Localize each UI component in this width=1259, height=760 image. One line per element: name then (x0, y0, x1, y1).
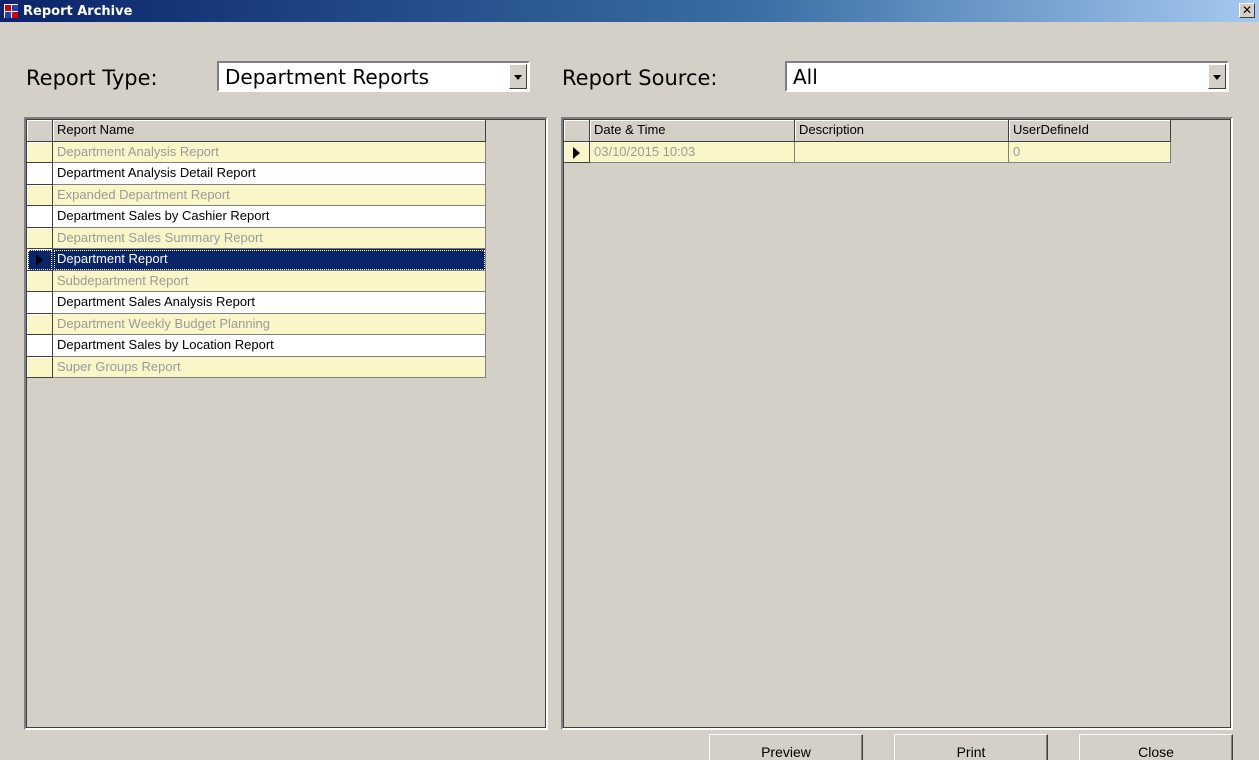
report-row[interactable]: Subdepartment Report (27, 270, 545, 292)
row-selector[interactable] (27, 206, 53, 228)
report-name-cell[interactable]: Subdepartment Report (53, 270, 486, 292)
grid-header-row: Report Name (27, 120, 545, 142)
report-row[interactable]: Department Report (27, 249, 545, 271)
archive-list: 03/10/2015 10:03 0 (564, 141, 1230, 163)
report-name-cell[interactable]: Department Analysis Detail Report (53, 163, 486, 185)
row-selector[interactable] (27, 313, 53, 335)
report-name-cell[interactable]: Department Sales by Cashier Report (53, 206, 486, 228)
column-header-description[interactable]: Description (795, 120, 1009, 142)
date-time-cell[interactable]: 03/10/2015 10:03 (590, 141, 795, 163)
report-row[interactable]: Department Sales Summary Report (27, 227, 545, 249)
row-selector[interactable] (27, 227, 53, 249)
chevron-down-icon[interactable] (509, 64, 527, 89)
report-row[interactable]: Super Groups Report (27, 356, 545, 378)
print-button[interactable]: Print (894, 734, 1048, 760)
row-selector[interactable] (27, 163, 53, 185)
archive-row[interactable]: 03/10/2015 10:03 0 (564, 141, 1230, 163)
current-row-arrow-icon (36, 254, 43, 266)
userdefineid-cell[interactable]: 0 (1009, 141, 1171, 163)
current-row-arrow-icon (573, 146, 580, 159)
row-selector-header[interactable] (564, 120, 590, 142)
row-selector[interactable] (27, 292, 53, 314)
report-row[interactable]: Department Sales Analysis Report (27, 292, 545, 314)
column-header-date-time[interactable]: Date & Time (590, 120, 795, 142)
report-name-cell[interactable]: Department Sales Analysis Report (53, 292, 486, 314)
report-source-value: All (793, 64, 818, 89)
row-selector-header[interactable] (27, 120, 53, 142)
chevron-down-icon[interactable] (1208, 64, 1226, 89)
report-row[interactable]: Department Analysis Detail Report (27, 163, 545, 185)
report-row[interactable]: Department Sales by Location Report (27, 335, 545, 357)
report-name-cell[interactable]: Super Groups Report (53, 356, 486, 378)
report-source-dropdown[interactable]: All (785, 61, 1229, 92)
report-row[interactable]: Department Analysis Report (27, 141, 545, 163)
window-title: Report Archive (23, 3, 133, 19)
row-selector[interactable] (27, 335, 53, 357)
report-type-dropdown[interactable]: Department Reports (217, 61, 530, 92)
app-grid-icon (3, 3, 19, 19)
report-name-cell[interactable]: Department Sales by Location Report (53, 335, 486, 357)
title-bar[interactable]: Report Archive ✕ (0, 0, 1259, 22)
column-header-userdefineid[interactable]: UserDefineId (1009, 120, 1171, 142)
row-selector[interactable] (27, 249, 53, 271)
row-selector[interactable] (27, 270, 53, 292)
row-selector[interactable] (564, 141, 590, 163)
report-list: Department Analysis Report Department Ana… (27, 141, 545, 378)
report-type-value: Department Reports (225, 64, 430, 89)
report-name-cell[interactable]: Department Analysis Report (53, 141, 486, 163)
grid-header-row: Date & Time Description UserDefineId (564, 120, 1230, 142)
report-name-cell[interactable]: Expanded Department Report (53, 184, 486, 206)
description-cell[interactable] (795, 141, 1009, 163)
archive-grid[interactable]: Date & Time Description UserDefineId 03/… (561, 117, 1233, 730)
preview-button[interactable]: Preview (709, 734, 863, 760)
column-header-report-name[interactable]: Report Name (53, 120, 486, 142)
report-row[interactable]: Expanded Department Report (27, 184, 545, 206)
report-type-label: Report Type: (26, 66, 158, 90)
close-window-button[interactable]: ✕ (1239, 3, 1255, 18)
report-row[interactable]: Department Sales by Cashier Report (27, 206, 545, 228)
close-button[interactable]: Close (1079, 734, 1233, 760)
report-name-cell[interactable]: Department Weekly Budget Planning (53, 313, 486, 335)
report-name-grid[interactable]: Report Name Department Analysis Report De… (24, 117, 548, 730)
report-source-label: Report Source: (562, 66, 718, 90)
report-name-cell[interactable]: Department Report (53, 249, 486, 271)
row-selector[interactable] (27, 184, 53, 206)
report-name-cell[interactable]: Department Sales Summary Report (53, 227, 486, 249)
row-selector[interactable] (27, 356, 53, 378)
report-row[interactable]: Department Weekly Budget Planning (27, 313, 545, 335)
row-selector[interactable] (27, 141, 53, 163)
